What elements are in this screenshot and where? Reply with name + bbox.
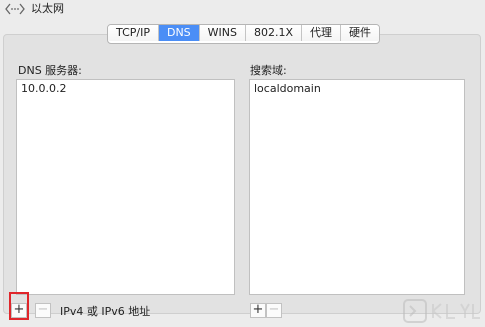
- dns-servers-list[interactable]: 10.0.0.2: [16, 79, 235, 295]
- list-item[interactable]: localdomain: [250, 80, 464, 96]
- search-domains-label: 搜索域:: [250, 64, 287, 77]
- tab-8021x[interactable]: 802.1X: [246, 25, 303, 41]
- remove-dns-server-button[interactable]: −: [35, 303, 51, 318]
- add-dns-server-button[interactable]: +: [11, 303, 27, 318]
- network-nav-icon[interactable]: [5, 2, 25, 16]
- watermark-logo-icon: [403, 299, 480, 323]
- add-search-domain-button[interactable]: +: [250, 303, 266, 318]
- tab-wins[interactable]: WINS: [199, 25, 247, 41]
- search-domains-list[interactable]: localdomain: [249, 79, 465, 295]
- title-bar: 以太网: [0, 0, 485, 22]
- tab-proxy[interactable]: 代理: [302, 25, 342, 41]
- window-title: 以太网: [31, 2, 64, 15]
- tab-tcpip[interactable]: TCP/IP: [108, 25, 159, 41]
- tab-dns[interactable]: DNS: [158, 25, 200, 41]
- remove-search-domain-button[interactable]: −: [266, 303, 282, 318]
- dns-address-hint: IPv4 或 IPv6 地址: [60, 305, 151, 318]
- list-item[interactable]: 10.0.0.2: [17, 80, 234, 96]
- dns-servers-label: DNS 服务器:: [18, 64, 82, 77]
- tab-hardware[interactable]: 硬件: [341, 25, 380, 41]
- tab-bar: TCP/IP DNS WINS 802.1X 代理 硬件: [107, 24, 381, 44]
